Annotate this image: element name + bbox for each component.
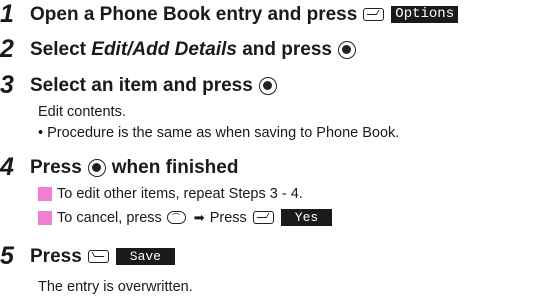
- note-marker-icon: [38, 187, 52, 201]
- note-marker-icon: [38, 210, 52, 225]
- center-key-icon: [338, 40, 356, 59]
- right-softkey-icon: [363, 8, 385, 21]
- step-5-body-line: The entry is overwritten.: [38, 279, 193, 295]
- step-heading-menu-item: Edit/Add Details: [91, 38, 237, 60]
- center-key-icon: [258, 76, 277, 95]
- note-text: To edit other items, repeat Steps 3 - 4.: [57, 186, 303, 202]
- step-number: 2: [0, 35, 14, 63]
- step-4-note-2: To cancel, press ⌒ ➡ Press Yes: [38, 209, 333, 226]
- step-heading-suffix: and press: [236, 38, 332, 60]
- step-3: 3 Select an item and press: [0, 73, 280, 98]
- yes-softkey-label: Yes: [280, 209, 333, 226]
- step-heading: Open a Phone Book entry and press: [30, 3, 358, 25]
- step-1: 1 Open a Phone Book entry and press Opti…: [0, 0, 459, 28]
- step-number: 1: [0, 0, 14, 28]
- step-heading-prefix: Press: [30, 156, 82, 178]
- step-3-body-line: Edit contents.: [38, 104, 126, 120]
- note-text: To cancel, press: [57, 209, 162, 226]
- step-heading-suffix: when finished: [111, 156, 239, 178]
- step-3-bullet: • Procedure is the same as when saving t…: [38, 125, 400, 141]
- save-softkey-label: Save: [115, 248, 175, 265]
- right-softkey-icon: [252, 211, 274, 224]
- note-text-press: Press: [209, 209, 247, 226]
- left-softkey-icon: [87, 250, 109, 263]
- center-key-icon: [87, 158, 106, 177]
- step-heading: Select an item and press: [30, 74, 253, 96]
- step-4: 4 Press when finished: [0, 155, 238, 180]
- step-number: 4: [0, 153, 14, 181]
- step-number: 3: [0, 71, 14, 99]
- step-2: 2 Select Edit/Add Details and press: [0, 37, 359, 62]
- step-number: 5: [0, 242, 14, 270]
- end-key-icon: ⌒: [166, 211, 186, 224]
- step-5: 5 Press Save: [0, 244, 175, 269]
- arrow-right-icon: ➡: [193, 209, 205, 225]
- options-softkey-label: Options: [391, 6, 459, 23]
- step-heading-prefix: Select: [30, 38, 92, 60]
- step-heading: Press: [30, 245, 82, 267]
- step-4-note-1: To edit other items, repeat Steps 3 - 4.: [38, 186, 303, 202]
